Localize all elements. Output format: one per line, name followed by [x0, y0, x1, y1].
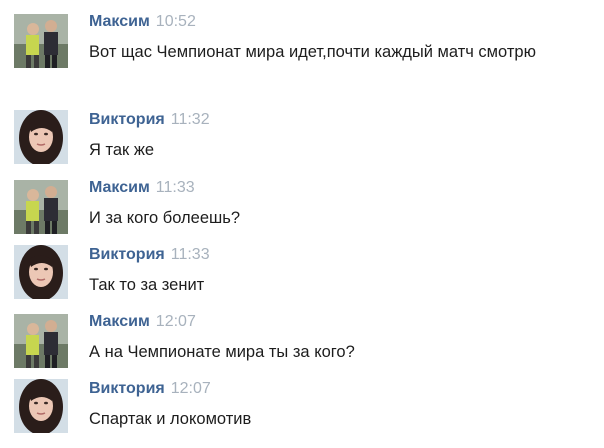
viktoria-avatar-icon[interactable] [14, 110, 68, 164]
message-time: 11:33 [155, 179, 195, 196]
author-name[interactable]: Максим [89, 179, 150, 196]
author-name[interactable]: Виктория [89, 111, 165, 128]
message-text: Я так же [89, 141, 155, 159]
message-time: 11:32 [170, 111, 210, 128]
author-name[interactable]: Виктория [89, 246, 165, 263]
message-text: И за кого болеешь? [89, 209, 241, 227]
maxim-avatar-icon[interactable] [14, 180, 68, 234]
message-header: Виктория 11:33 [89, 245, 210, 265]
message-header: Виктория 12:07 [89, 379, 211, 399]
maxim-avatar-icon[interactable] [14, 14, 68, 68]
message-header: Максим 11:33 [89, 178, 195, 198]
viktoria-avatar-icon[interactable] [14, 245, 68, 299]
message-header: Виктория 11:32 [89, 110, 210, 130]
message-history: Максим 10:52 Вот щас Чемпионат мира идет,… [0, 0, 604, 448]
message-time: 12:07 [155, 313, 196, 330]
author-name[interactable]: Максим [89, 313, 150, 330]
message-text: Спартак и локомотив [89, 410, 252, 428]
message-time: 11:33 [170, 246, 210, 263]
viktoria-avatar-icon[interactable] [14, 379, 68, 433]
message-text: Вот щас Чемпионат мира идет,почти каждый… [89, 43, 536, 61]
maxim-avatar-icon[interactable] [14, 314, 68, 368]
message-header: Максим 10:52 [89, 12, 196, 32]
author-name[interactable]: Максим [89, 13, 150, 30]
message-header: Максим 12:07 [89, 312, 196, 332]
message-text: А на Чемпионате мира ты за кого? [89, 343, 355, 361]
message-text: Так то за зенит [89, 276, 205, 294]
author-name[interactable]: Виктория [89, 380, 165, 397]
message-time: 10:52 [155, 13, 196, 30]
message-time: 12:07 [170, 380, 211, 397]
